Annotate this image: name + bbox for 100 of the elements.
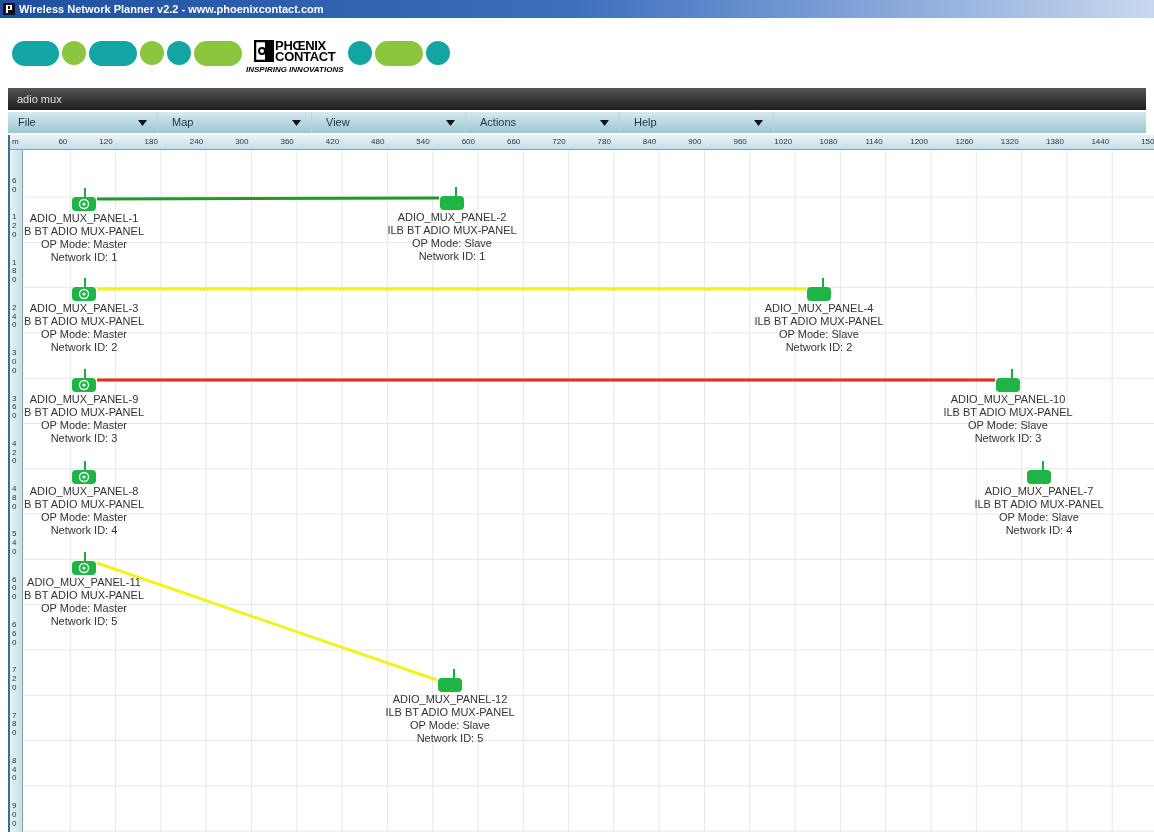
caret-icon xyxy=(292,119,301,126)
caret-icon xyxy=(600,119,609,126)
ruler-label: 120 xyxy=(12,213,18,240)
device-label: Network ID: 5 xyxy=(50,615,118,628)
ruler-label: 960 xyxy=(732,136,747,148)
device-label: OP Mode: Slave xyxy=(412,237,492,250)
link-line[interactable] xyxy=(97,378,995,382)
logo-mark-icon xyxy=(254,40,275,62)
ruler-label: 900 xyxy=(12,802,18,829)
device-label: OP Mode: Slave xyxy=(410,719,490,732)
device-label: Network ID: 1 xyxy=(50,251,118,264)
device-label: OP Mode: Slave xyxy=(999,511,1079,524)
menu-dropdown[interactable]: Actions xyxy=(470,112,620,133)
device-label: Network ID: 2 xyxy=(785,341,853,354)
ruler-label: 480 xyxy=(370,136,385,148)
logo-tagline: INSPIRING INNOVATIONS xyxy=(246,64,344,76)
ruler-label: 180 xyxy=(12,258,18,285)
ruler-label: 1260 xyxy=(954,136,974,148)
ruler-label: 660 xyxy=(12,621,18,648)
ruler-label: 720 xyxy=(551,136,566,148)
ruler-label: 300 xyxy=(12,349,18,376)
device-label: B BT ADIO MUX-PANEL xyxy=(24,406,144,419)
device-label: B BT ADIO MUX-PANEL xyxy=(24,225,144,238)
map-canvas[interactable] xyxy=(8,135,1154,832)
menu-dropdown[interactable]: View xyxy=(316,112,466,133)
device-label: ADIO_MUX_PANEL-9 xyxy=(29,393,139,406)
device-label: OP Mode: Master xyxy=(41,602,127,615)
device-label: OP Mode: Slave xyxy=(779,328,859,341)
ruler-label: 300 xyxy=(234,136,249,148)
ruler-label: 1320 xyxy=(999,136,1019,148)
radio-device-icon[interactable] xyxy=(71,278,97,302)
link-line[interactable] xyxy=(97,196,439,201)
ruler-label: 180 xyxy=(143,136,158,148)
device-label: OP Mode: Master xyxy=(41,419,127,432)
device-label: Network ID: 2 xyxy=(50,341,118,354)
ruler-label: 480 xyxy=(12,485,18,512)
ruler-unit: m xyxy=(12,136,19,148)
ruler-label: 1080 xyxy=(818,136,838,148)
ruler-label: 240 xyxy=(188,136,204,148)
logo-pill xyxy=(89,40,137,66)
ruler-label: 1380 xyxy=(1045,136,1064,148)
logo-pill xyxy=(374,40,423,66)
device-label: ADIO_MUX_PANEL-10 xyxy=(950,393,1066,406)
device-label: ADIO_MUX_PANEL-3 xyxy=(29,302,139,315)
ruler-label: 540 xyxy=(12,530,18,557)
ruler-label: 780 xyxy=(12,711,18,738)
ruler-label: 1200 xyxy=(909,136,928,148)
app-icon xyxy=(3,3,15,15)
radio-device-icon[interactable] xyxy=(71,461,97,485)
caret-icon xyxy=(754,119,763,126)
radio-device-icon[interactable] xyxy=(71,188,97,212)
device-label: ADIO_MUX_PANEL-1 xyxy=(29,212,139,225)
window-title: Wireless Network Planner v2.2 - www.phoenixcontact.com xyxy=(19,1,324,17)
device-label: ADIO_MUX_PANEL-7 xyxy=(984,485,1094,498)
device-label: ADIO_MUX_PANEL-8 xyxy=(29,485,139,498)
ruler-label: 540 xyxy=(415,136,430,148)
device-label: Network ID: 4 xyxy=(50,524,118,537)
radio-device-icon[interactable] xyxy=(1026,461,1052,485)
ruler-label: 60 xyxy=(12,177,18,195)
ruler-label: 1440 xyxy=(1090,136,1110,148)
device-label: ADIO_MUX_PANEL-11 xyxy=(27,576,141,589)
device-label: Network ID: 4 xyxy=(1005,524,1073,537)
menu-dropdown[interactable]: Help xyxy=(624,112,774,133)
ruler-label: 660 xyxy=(505,136,521,148)
ruler-label: 840 xyxy=(641,136,657,148)
device-label: Network ID: 3 xyxy=(50,432,118,445)
radio-device-icon[interactable] xyxy=(71,369,97,393)
radio-device-icon[interactable] xyxy=(437,669,463,693)
menu-dropdown[interactable]: File xyxy=(8,112,158,133)
radio-device-icon[interactable] xyxy=(71,552,97,576)
device-label: ILB BT ADIO MUX-PANEL xyxy=(754,315,884,328)
device-label: OP Mode: Slave xyxy=(968,419,1048,432)
logo-text: CONTACT xyxy=(275,51,336,62)
device-label: B BT ADIO MUX-PANEL xyxy=(24,498,144,511)
device-label: OP Mode: Master xyxy=(41,511,127,524)
caret-icon xyxy=(138,119,147,126)
menu-dropdown[interactable]: Map xyxy=(162,112,312,133)
ruler-label: 360 xyxy=(12,394,18,421)
ruler-label: 420 xyxy=(324,136,340,148)
device-label: ADIO_MUX_PANEL-2 xyxy=(397,211,507,224)
logo-pill xyxy=(194,40,242,66)
device-label: OP Mode: Master xyxy=(41,238,127,251)
logo-pill xyxy=(12,40,59,66)
radio-device-icon[interactable] xyxy=(806,278,832,302)
ruler-label: 840 xyxy=(12,756,18,784)
device-label: Network ID: 5 xyxy=(416,732,484,745)
radio-device-icon[interactable] xyxy=(995,369,1021,393)
device-label: ADIO_MUX_PANEL-12 xyxy=(392,693,508,706)
device-label: Network ID: 1 xyxy=(418,250,486,263)
device-label: ILB BT ADIO MUX-PANEL xyxy=(387,224,517,237)
ruler-label: 900 xyxy=(687,136,702,148)
ruler-label: 600 xyxy=(460,136,475,148)
device-label: Network ID: 3 xyxy=(974,432,1042,445)
ruler-label: 360 xyxy=(279,136,294,148)
device-label: B BT ADIO MUX-PANEL xyxy=(24,589,144,602)
ruler-label: 60 xyxy=(57,136,68,148)
ruler-label: 120 xyxy=(98,136,113,148)
device-label: ILB BT ADIO MUX-PANEL xyxy=(974,498,1104,511)
radio-device-icon[interactable] xyxy=(439,187,465,211)
ruler-label: 780 xyxy=(596,136,611,148)
